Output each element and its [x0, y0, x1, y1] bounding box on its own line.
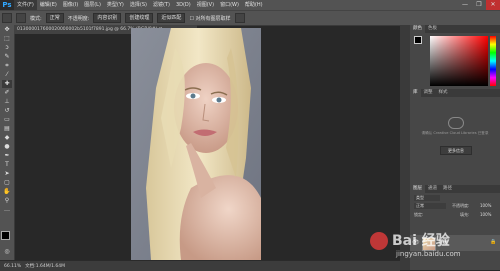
dodge-tool-icon[interactable]: ●	[2, 143, 12, 151]
foreground-color-swatch[interactable]	[1, 231, 10, 240]
menu-filter[interactable]: 滤镜(T)	[150, 0, 173, 10]
type-tool-icon[interactable]: T	[2, 161, 12, 169]
tab-channels[interactable]: 通道	[425, 185, 440, 193]
tab-styles[interactable]: 样式	[436, 89, 451, 97]
layer-filter-dropdown[interactable]: 类型	[414, 195, 440, 201]
sample-all-layers-checkbox[interactable]: ☐ 对所有图层取样	[189, 15, 230, 22]
spot-healing-brush-icon[interactable]	[2, 13, 12, 23]
app-logo: Ps	[0, 0, 14, 10]
paw-logo-icon	[370, 232, 388, 250]
more-info-button[interactable]: 更多信息	[440, 146, 472, 155]
tab-paths[interactable]: 路径	[440, 185, 455, 193]
menu-view[interactable]: 视图(V)	[194, 0, 217, 10]
document-info: 文档:1.64M/1.64M	[25, 264, 66, 269]
libraries-panel: 库 调整 样式 请确认 Creative Cloud Libraries 已登录…	[410, 89, 500, 179]
quick-select-tool-icon[interactable]: ✎	[2, 53, 12, 61]
lasso-tool-icon[interactable]: ↄ	[2, 44, 12, 52]
marquee-tool-icon[interactable]: ⬚	[2, 35, 12, 43]
proximity-match-button[interactable]: 近似匹配	[157, 13, 186, 23]
tab-libraries[interactable]: 库	[410, 89, 421, 97]
menu-image[interactable]: 图像(I)	[60, 0, 81, 10]
color-field[interactable]	[430, 36, 488, 86]
mode-dropdown[interactable]: 正常	[45, 13, 64, 23]
options-bar: 模式: 正常 不透明度: 内容识别 创建纹理 近似匹配 ☐ 对所有图层取样	[0, 10, 500, 26]
path-select-tool-icon[interactable]: ➤	[2, 170, 12, 178]
clone-stamp-tool-icon[interactable]: ⊥	[2, 98, 12, 106]
menu-select[interactable]: 选择(S)	[127, 0, 150, 10]
create-texture-button[interactable]: 创建纹理	[125, 13, 154, 23]
lock-icon: 🔒	[490, 239, 497, 245]
tab-layers[interactable]: 图层	[410, 185, 425, 193]
shape-tool-icon[interactable]: ▢	[2, 179, 12, 187]
watermark: Bai 经验 jingyan.baidu.com	[370, 228, 490, 268]
mode-label: 模式:	[30, 15, 42, 22]
pen-tool-icon[interactable]: ✒	[2, 152, 12, 160]
menu-layer[interactable]: 图层(L)	[81, 0, 104, 10]
toolbox: ✥ ⬚ ↄ ✎ ⌗ ⁄ ✚ ✐ ⊥ ↺ ▭ ▤ ◆ ● ✒ T ➤ ▢ ✋ ⚲ …	[0, 25, 15, 260]
blur-tool-icon[interactable]: ◆	[2, 134, 12, 142]
fg-swatch[interactable]	[414, 36, 422, 44]
hand-tool-icon[interactable]: ✋	[2, 188, 12, 196]
quick-mask-icon[interactable]: ◎	[2, 248, 12, 256]
type-label: 不透明度:	[67, 15, 90, 22]
cc-message: 请确认 Creative Cloud Libraries 已登录	[421, 131, 489, 135]
move-tool-icon[interactable]: ✥	[2, 26, 12, 34]
menu-edit[interactable]: 编辑(E)	[37, 0, 60, 10]
status-bar: 66.11% 文档:1.64M/1.64M	[0, 260, 400, 271]
portrait-image	[131, 28, 261, 260]
crop-tool-icon[interactable]: ⌗	[2, 62, 12, 70]
healing-brush-tool-icon[interactable]: ✚	[2, 80, 12, 88]
blend-mode-dropdown[interactable]: 正常	[414, 203, 446, 209]
fill-value[interactable]: 100%	[480, 212, 491, 217]
brush-tool-icon[interactable]: ✐	[2, 89, 12, 97]
eraser-tool-icon[interactable]: ▭	[2, 116, 12, 124]
watermark-brand: Bai 经验	[392, 233, 450, 249]
watermark-url: jingyan.baidu.com	[396, 250, 461, 258]
menu-file[interactable]: 文件(F)	[14, 0, 37, 10]
menu-bar: Ps 文件(F) 编辑(E) 图像(I) 图层(L) 类型(Y) 选择(S) 滤…	[0, 0, 500, 10]
zoom-tool-icon[interactable]: ⚲	[2, 197, 12, 205]
sample-all-layers-label: 对所有图层取样	[195, 15, 231, 22]
menu-type[interactable]: 类型(Y)	[104, 0, 127, 10]
eyedropper-tool-icon[interactable]: ⁄	[2, 71, 12, 79]
lock-label: 锁定:	[414, 212, 424, 217]
content-aware-button[interactable]: 内容识别	[93, 13, 122, 23]
fill-label: 填充:	[460, 212, 470, 217]
brush-preset-icon[interactable]	[16, 13, 26, 23]
tab-swatches[interactable]: 色板	[425, 25, 440, 33]
menu-3d[interactable]: 3D(D)	[173, 0, 194, 10]
opacity-label: 不透明度:	[452, 203, 470, 208]
zoom-level[interactable]: 66.11%	[4, 264, 21, 269]
creative-cloud-icon	[448, 117, 464, 129]
tab-color[interactable]: 颜色	[410, 25, 425, 33]
more-tools-icon[interactable]: …	[2, 206, 12, 214]
layers-tabs: 图层 通道 路径	[410, 185, 500, 193]
minimize-button[interactable]: —	[458, 0, 472, 10]
hue-slider[interactable]	[490, 36, 496, 86]
libraries-tabs: 库 调整 样式	[410, 89, 500, 97]
menu-window[interactable]: 窗口(W)	[217, 0, 242, 10]
close-button[interactable]: ✕	[486, 0, 500, 10]
color-picker[interactable]	[414, 36, 426, 48]
restore-button[interactable]: ❐	[472, 0, 486, 10]
color-panel-tabs: 颜色 色板	[410, 25, 500, 33]
canvas-photo[interactable]	[131, 28, 261, 260]
window-controls: — ❐ ✕	[458, 0, 500, 10]
opacity-value[interactable]: 100%	[480, 203, 491, 208]
gradient-tool-icon[interactable]: ▤	[2, 125, 12, 133]
menu-help[interactable]: 帮助(H)	[242, 0, 266, 10]
tab-adjustments[interactable]: 调整	[421, 89, 436, 97]
history-brush-tool-icon[interactable]: ↺	[2, 107, 12, 115]
pressure-icon[interactable]	[234, 13, 245, 23]
